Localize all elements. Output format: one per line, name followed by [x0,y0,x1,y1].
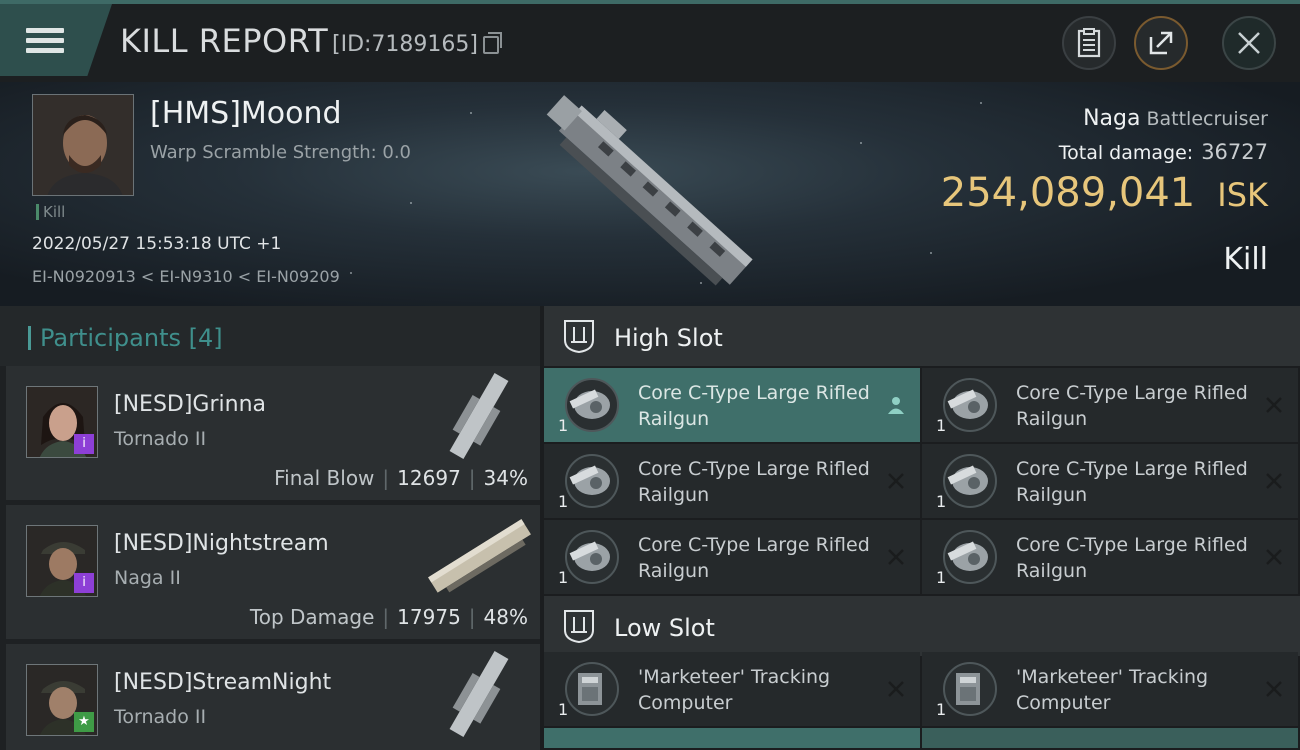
module-quantity: 1 [936,568,947,587]
role-badge: i [74,573,94,593]
role-badge: i [74,434,94,454]
kill-timestamp: 2022/05/27 15:53:18 UTC +1 [32,234,282,254]
damage-value: 17975 [397,605,461,629]
stat-label: Top Damage [249,605,375,629]
module-quantity: 1 [558,568,569,587]
copy-icon[interactable] [483,32,502,54]
clipboard-button[interactable] [1062,16,1116,70]
pilot-icon [888,397,904,414]
module-name: Core C-Type Large Rifled Railgun [638,382,870,430]
destroyed-icon [888,681,904,697]
module-item[interactable]: 1 Core C-Type Large Rifled Railgun [544,444,920,518]
victim-banner: [HMS]Moond Warp Scramble Strength: 0.0 K… [0,82,1300,306]
module-item[interactable] [922,728,1298,748]
system-route: EI-N0920913 < EI-N9310 < EI-N09209 [32,267,340,286]
high-slot-icon [564,320,594,354]
participant-ship: Naga II [114,567,181,589]
module-quantity: 1 [558,492,569,511]
isk-unit: ISK [1217,176,1268,214]
destroyed-icon [1266,549,1282,565]
module-item[interactable]: 1 'Marketeer' Tracking Computer [544,652,920,726]
clipboard-icon [1077,28,1101,58]
stat-label: Final Blow [274,466,375,490]
module-quantity: 1 [936,416,947,435]
share-icon [1149,31,1173,55]
module-item[interactable]: 1 Core C-Type Large Rifled Railgun [544,520,920,594]
participant-ship: Tornado II [114,428,207,450]
high-slot-title: High Slot [614,324,723,352]
participant-stats: Final Blow | 12697 | 34% [274,466,528,490]
module-name: Core C-Type Large Rifled Railgun [638,458,870,506]
total-damage-value: 36727 [1201,140,1268,164]
module-name: 'Marketeer' Tracking Computer [1016,666,1209,714]
destroyed-icon [888,473,904,489]
report-id: [ID:7189165] [332,32,478,57]
participant-name: [NESD]Nightstream [114,531,329,556]
victim-portrait[interactable] [32,94,134,196]
low-slot-header: Low Slot [544,596,1300,656]
title-bar: KILL REPORT [ID:7189165] [0,0,1300,82]
participants-title: Participants [4] [40,324,223,352]
isk-value: 254,089,041 ISK [941,170,1268,216]
module-quantity: 1 [936,492,947,511]
fitting-panel: High Slot 1 Core C-Type Large Rifled Rai… [544,306,1300,750]
participant-card[interactable]: i [NESD]Grinna Tornado II Final Blow | 126… [6,366,540,500]
total-damage-label: Total damage: [1058,142,1194,164]
module-item[interactable]: 1 Core C-Type Large Rifled Railgun [922,520,1298,594]
ship-name: Naga [1083,106,1141,131]
destroyed-icon [888,549,904,565]
module-name: 'Marketeer' Tracking Computer [638,666,831,714]
total-damage: Total damage: 36727 [1059,140,1268,164]
participant-ship: Tornado II [114,706,207,728]
ship-class: Battlecruiser [1146,108,1268,130]
accent-line [0,0,1300,4]
module-item[interactable]: 1 Core C-Type Large Rifled Railgun [922,368,1298,442]
low-slot-title: Low Slot [614,614,715,642]
damage-percent: 48% [483,605,528,629]
warp-scramble-strength: Warp Scramble Strength: 0.0 [150,142,412,163]
hamburger-icon [26,23,64,58]
page-title: KILL REPORT [120,22,329,60]
role-badge: ★ [74,712,94,732]
participant-name: [NESD]StreamNight [114,670,332,695]
participant-stats: Top Damage | 17975 | 48% [249,605,528,629]
victim-ship-type: Naga Battlecruiser [1083,106,1268,131]
module-quantity: 1 [558,700,569,719]
kill-tag: Kill [36,204,65,220]
destroyed-icon [1266,473,1282,489]
participant-card[interactable]: ★ [NESD]StreamNight Tornado II [6,644,540,750]
avatar [33,95,133,195]
victim-name: [HMS]Moond [150,96,342,131]
participant-card[interactable]: i [NESD]Nightstream Naga II Top Damage | 1… [6,505,540,639]
destroyed-icon [1266,397,1282,413]
participant-name: [NESD]Grinna [114,392,267,417]
participant-ship-image [449,651,509,737]
module-quantity: 1 [558,416,569,435]
participant-ship-image [449,373,509,459]
participant-ship-image [428,519,531,593]
module-name: Core C-Type Large Rifled Railgun [1016,534,1248,582]
menu-button[interactable] [0,4,112,76]
high-slot-header: High Slot [544,306,1300,366]
participants-header: Participants [4] [0,306,540,366]
module-name: Core C-Type Large Rifled Railgun [638,534,870,582]
module-item[interactable] [544,728,920,748]
close-button[interactable] [1222,16,1276,70]
module-name: Core C-Type Large Rifled Railgun [1016,458,1248,506]
module-item[interactable]: 1 'Marketeer' Tracking Computer [922,652,1298,726]
destroyed-icon [1266,681,1282,697]
victim-ship-image [546,95,753,286]
participants-panel: Participants [4] i [NESD]Grinna Tornado … [0,306,540,750]
module-item[interactable]: 1 Core C-Type Large Rifled Railgun [544,368,920,442]
isk-amount: 254,089,041 [940,170,1196,216]
low-slot-icon [564,610,594,644]
module-quantity: 1 [936,700,947,719]
module-name: Core C-Type Large Rifled Railgun [1016,382,1248,430]
kill-result: Kill [1223,242,1268,277]
damage-value: 12697 [397,466,461,490]
module-item[interactable]: 1 Core C-Type Large Rifled Railgun [922,444,1298,518]
damage-percent: 34% [483,466,528,490]
close-icon [1238,32,1260,54]
share-button[interactable] [1134,16,1188,70]
